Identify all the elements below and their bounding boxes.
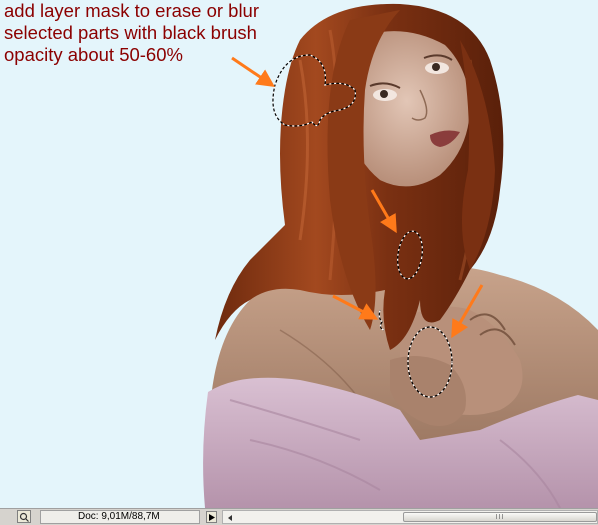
scrollbar-grip: III [495,514,505,521]
arrow-left-icon[interactable] [225,513,235,523]
annotation-line-1: add layer mask to erase or blur [4,0,260,21]
scrollbar-thumb[interactable]: III [403,512,597,522]
status-bar: Doc: 9,01M/88,7M III [0,508,598,525]
zoom-icon[interactable] [17,510,31,523]
horizontal-scrollbar[interactable]: III [222,510,598,524]
doc-size-info: Doc: 9,01M/88,7M [40,510,200,524]
annotation-text: add layer mask to erase or blur selected… [4,0,304,66]
triangle-right-icon [209,514,215,521]
photo-composite [203,3,598,508]
annotation-line-3: opacity about 50-60% [4,44,183,65]
status-menu-button[interactable] [206,511,217,523]
annotation-line-2: selected parts with black brush [4,22,257,43]
document-canvas[interactable]: add layer mask to erase or blur selected… [0,0,598,508]
